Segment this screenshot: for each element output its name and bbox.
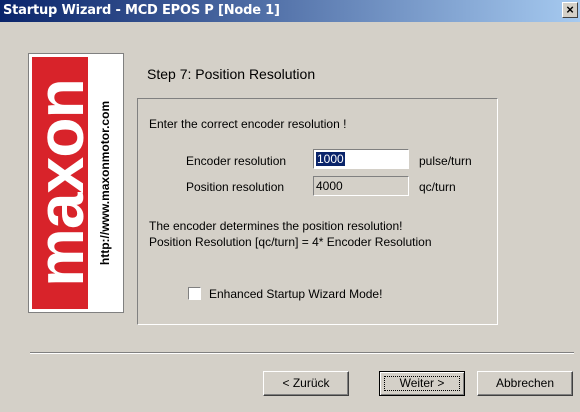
- next-button-label: Weiter >: [399, 376, 445, 390]
- position-resolution-field: 4000: [313, 176, 409, 196]
- footer-separator: [30, 352, 574, 354]
- position-unit: qc/turn: [419, 180, 456, 194]
- step-title: Step 7: Position Resolution: [147, 66, 316, 82]
- encoder-resolution-label: Encoder resolution: [186, 154, 287, 168]
- enhanced-mode-checkbox[interactable]: [188, 287, 201, 300]
- window-title: Startup Wizard - MCD EPOS P [Node 1]: [3, 3, 280, 18]
- encoder-unit: pulse/turn: [419, 154, 472, 168]
- logo-url-text: http://www.maxonmotor.com: [98, 100, 112, 266]
- note-line-1: The encoder determines the position reso…: [149, 219, 403, 233]
- back-button[interactable]: < Zurück: [263, 371, 349, 396]
- maxon-logo: maxon http://www.maxonmotor.com: [28, 53, 124, 313]
- position-resolution-label: Position resolution: [186, 180, 285, 194]
- encoder-resolution-value: 1000: [316, 152, 345, 166]
- back-button-label: < Zurück: [282, 376, 330, 390]
- logo-brand-text: maxon: [32, 79, 88, 287]
- enhanced-mode-label[interactable]: Enhanced Startup Wizard Mode!: [209, 287, 382, 301]
- cancel-button-label: Abbrechen: [495, 376, 555, 390]
- logo-brand-panel: maxon: [32, 57, 88, 309]
- instruction-text: Enter the correct encoder resolution !: [149, 117, 347, 131]
- close-button[interactable]: ×: [562, 2, 578, 18]
- encoder-resolution-input[interactable]: 1000: [313, 149, 409, 169]
- note-line-2: Position Resolution [qc/turn] = 4* Encod…: [149, 235, 432, 249]
- position-resolution-value: 4000: [316, 179, 343, 193]
- cancel-button[interactable]: Abbrechen: [477, 371, 573, 396]
- next-button[interactable]: Weiter >: [379, 371, 465, 396]
- close-icon: ×: [566, 2, 574, 17]
- title-bar: Startup Wizard - MCD EPOS P [Node 1] ×: [0, 0, 580, 22]
